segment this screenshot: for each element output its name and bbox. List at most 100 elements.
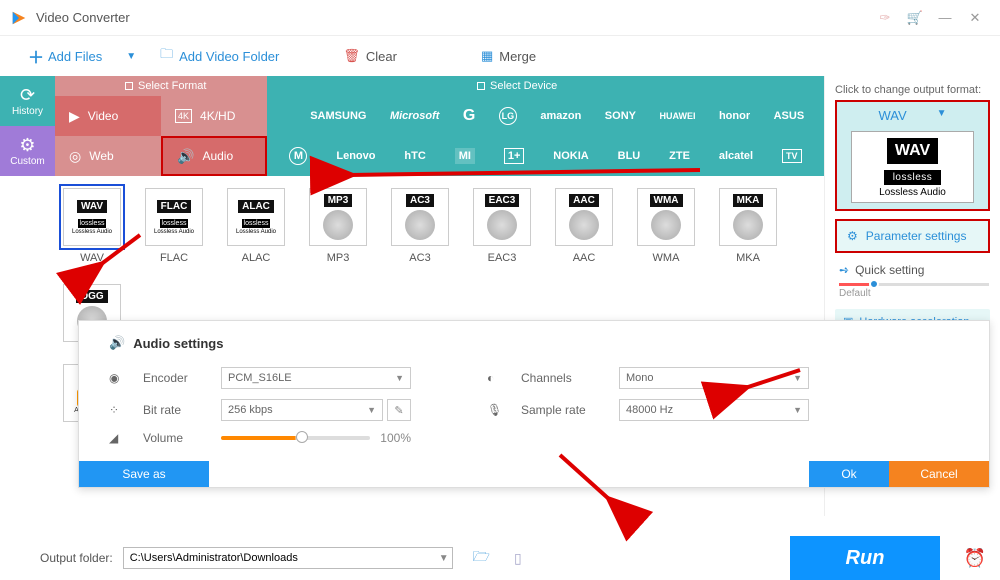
cancel-button[interactable]: Cancel [889, 461, 989, 487]
lossless-badge: lossless [77, 218, 108, 229]
format-wav[interactable]: WAVlosslessLossless AudioWAV [61, 188, 123, 264]
sidebar-custom[interactable]: ⚙Custom [0, 126, 55, 176]
output-folder-input[interactable] [123, 547, 453, 569]
sample-value: 48000 Hz [626, 404, 673, 416]
quick-default-label: Default [839, 288, 990, 299]
bitrate-select[interactable]: 256 kbps▼ [221, 399, 383, 421]
category-web[interactable]: ◎Web [55, 136, 161, 176]
format-mp3[interactable]: MP3MP3 [307, 188, 369, 264]
format-aac[interactable]: AACAAC [553, 188, 615, 264]
audio-settings-panel: 🔊Audio settings ◉ Encoder PCM_S16LE▼ ◐ C… [78, 320, 990, 488]
sample-select[interactable]: 48000 Hz ▼ [619, 399, 809, 421]
brand-samsung[interactable]: SAMSUNG [310, 110, 366, 122]
format-label: WAV [80, 252, 104, 264]
gear-icon: ⚙ [19, 135, 35, 156]
volume-thumb[interactable] [296, 431, 308, 443]
output-format-preview[interactable]: WAV▼ WAV lossless Lossless Audio [835, 100, 990, 211]
add-files-dropdown-icon[interactable]: ▼ [126, 51, 136, 62]
format-mka[interactable]: MKAMKA [717, 188, 779, 264]
clear-button[interactable]: 🗑Clear [335, 44, 405, 68]
channels-value: Mono [626, 372, 654, 384]
open-folder-icon[interactable]: 🗁 [473, 546, 490, 570]
speaker-gear-icon: 🔊 [109, 335, 125, 351]
disc-icon [733, 210, 763, 240]
key-icon[interactable]: ✑ [870, 10, 900, 26]
lossless-text: Lossless Audio [154, 229, 194, 235]
channels-label: Channels [521, 371, 611, 385]
brand-asus[interactable]: ASUS [774, 110, 805, 122]
channels-select[interactable]: Mono▼ [619, 367, 809, 389]
brand-row-2: M Lenovo hTC MI 1+ NOKIA BLU ZTE alcatel… [267, 136, 824, 176]
bitrate-edit-button[interactable]: ✎ [387, 399, 411, 421]
cat-web-label: Web [89, 149, 113, 163]
lossless-badge: lossless [159, 218, 190, 229]
chevron-down-icon: ▼ [395, 373, 404, 383]
brand-xiaomi[interactable]: MI [455, 148, 475, 164]
brand-zte[interactable]: ZTE [669, 150, 690, 162]
brand-alcatel[interactable]: alcatel [719, 150, 753, 162]
brand-row-1: SAMSUNG Microsoft G LG amazon SONY HUAWE… [267, 96, 824, 136]
merge-label: Merge [499, 49, 536, 64]
brand-lenovo[interactable]: Lenovo [336, 150, 375, 162]
format-label: MKA [736, 252, 760, 264]
chevron-down-icon: ▼ [937, 108, 947, 123]
category-video[interactable]: ▶Video [55, 96, 161, 136]
slider-thumb[interactable] [869, 279, 879, 289]
brand-blu[interactable]: BLU [618, 150, 641, 162]
alarm-icon[interactable]: ⏰ [950, 548, 1000, 569]
format-alac[interactable]: ALAClosslessLossless AudioALAC [225, 188, 287, 264]
format-eac3[interactable]: EAC3EAC3 [471, 188, 533, 264]
sidebar-history[interactable]: ⟳History [0, 76, 55, 126]
cat-audio-label: Audio [202, 149, 233, 163]
format-ac3[interactable]: AC3AC3 [389, 188, 451, 264]
merge-button[interactable]: ▦Merge [473, 44, 544, 68]
add-files-button[interactable]: ＋Add Files [20, 40, 110, 72]
film-icon[interactable]: ▯ [514, 550, 522, 567]
volume-slider[interactable] [221, 436, 370, 440]
cat-video-label: Video [88, 109, 118, 123]
category-audio[interactable]: 🔊 Audio [161, 136, 267, 176]
brand-huawei[interactable]: HUAWEI [659, 111, 695, 121]
format-tag: OGG [76, 290, 107, 303]
sidebar-custom-label: Custom [10, 156, 44, 167]
trash-icon: 🗑 [343, 48, 360, 64]
format-tag: ALAC [238, 200, 274, 213]
category-4k[interactable]: 4K 4K/HD [161, 96, 267, 136]
history-icon: ⟳ [20, 85, 35, 106]
fourk-icon: 4K [175, 109, 192, 123]
save-as-button[interactable]: Save as [79, 461, 209, 487]
cat-4k-label: 4K/HD [200, 109, 235, 123]
run-button[interactable]: Run [790, 536, 940, 580]
chevron-down-icon: ▼ [793, 405, 802, 415]
brand-oneplus[interactable]: 1+ [504, 148, 525, 164]
speaker-icon: 🔊 [177, 148, 194, 165]
brand-nokia[interactable]: NOKIA [553, 150, 588, 162]
brand-honor[interactable]: honor [719, 110, 750, 122]
ok-button[interactable]: Ok [809, 461, 889, 487]
cart-icon[interactable]: 🛒 [900, 10, 930, 26]
brand-sony[interactable]: SONY [605, 110, 636, 122]
quick-setting-slider[interactable] [839, 283, 989, 286]
brand-tv[interactable]: TV [782, 149, 802, 163]
brand-microsoft[interactable]: Microsoft [390, 110, 440, 122]
encoder-select[interactable]: PCM_S16LE▼ [221, 367, 411, 389]
select-device-label: Select Device [490, 80, 557, 92]
quick-setting-label: ➺Quick setting [839, 263, 990, 277]
brand-amazon[interactable]: amazon [540, 110, 581, 122]
format-tag: WAV [77, 200, 107, 213]
lossless-badge: lossless [241, 218, 272, 229]
brand-google[interactable]: G [463, 107, 475, 125]
format-flac[interactable]: FLAClosslessLossless AudioFLAC [143, 188, 205, 264]
brand-motorola[interactable]: M [289, 147, 307, 165]
minimize-button[interactable]: — [930, 10, 960, 25]
parameter-settings-button[interactable]: ⚙Parameter settings [835, 219, 990, 253]
format-wma[interactable]: WMAWMA [635, 188, 697, 264]
close-button[interactable]: ✕ [960, 10, 990, 26]
folder-dropdown-icon[interactable]: ▼ [439, 553, 449, 564]
brand-lg[interactable]: LG [499, 107, 517, 125]
sample-icon: 🎙 [487, 403, 513, 417]
add-video-folder-button[interactable]: 🗀Add Video Folder [152, 41, 287, 71]
bitrate-label: Bit rate [143, 403, 213, 417]
brand-htc[interactable]: hTC [404, 150, 425, 162]
bitrate-icon: ⁘ [109, 403, 135, 417]
